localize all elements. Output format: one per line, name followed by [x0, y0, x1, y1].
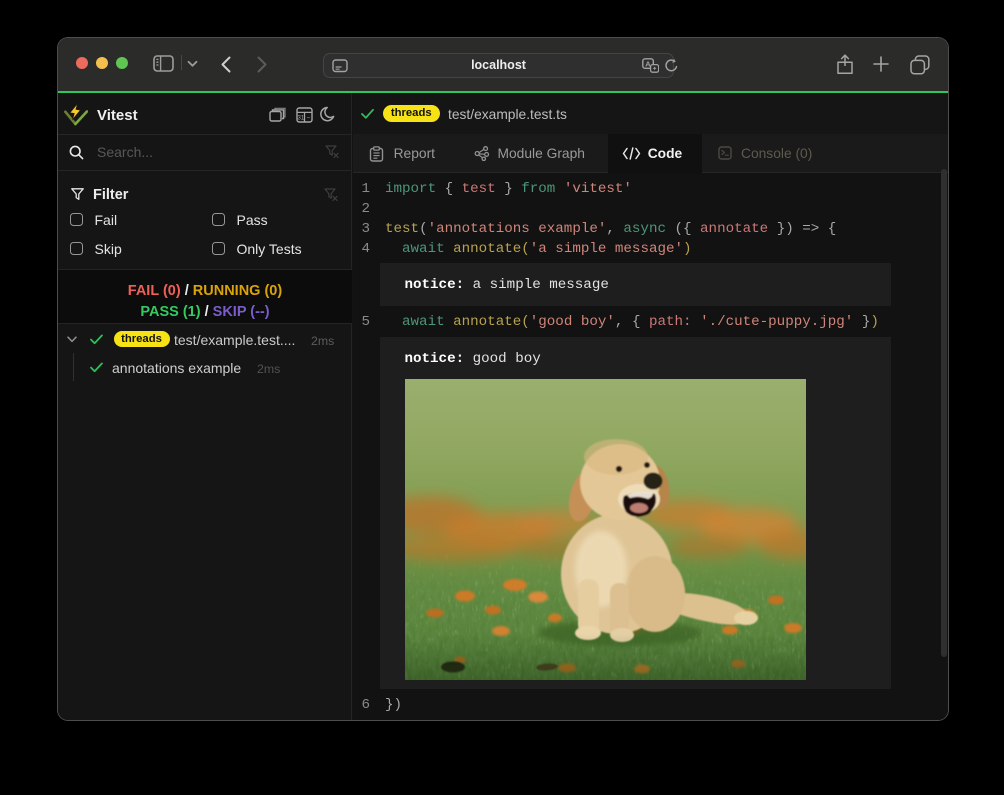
- svg-text:31: 31: [297, 115, 304, 121]
- svg-text:✦: ✦: [652, 66, 657, 73]
- svg-text:~: ~: [306, 115, 310, 121]
